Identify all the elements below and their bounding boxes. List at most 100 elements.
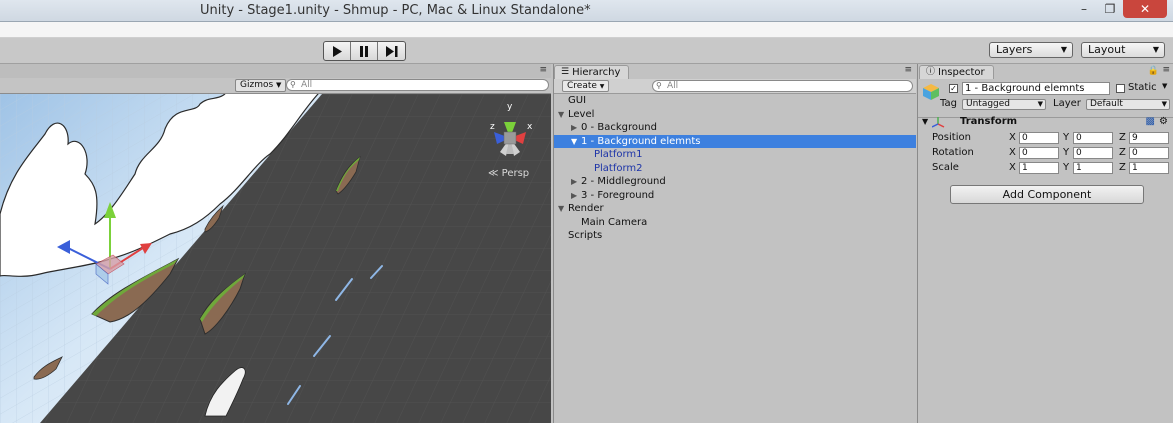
foldout-collapsed-icon[interactable]: ▶ [571, 189, 581, 202]
layers-label: Layers [996, 43, 1033, 56]
help-book-icon[interactable]: ▩ [1146, 116, 1155, 127]
hierarchy-search-input[interactable]: ⚲ All [652, 80, 913, 92]
transform-y-field[interactable]: 0 [1073, 147, 1113, 159]
gizmos-dropdown[interactable]: Gizmos ▼ [235, 79, 287, 92]
foldout-expanded-icon[interactable]: ▼ [558, 108, 568, 121]
search-icon: ⚲ [290, 80, 296, 89]
transform-y-field[interactable]: 0 [1073, 132, 1113, 144]
foldout-collapsed-icon[interactable]: ▶ [571, 175, 581, 188]
transform-row-rotation: Rotation X 0 Y 0 Z 0 [918, 146, 1173, 161]
transform-z-field[interactable]: 1 [1129, 162, 1169, 174]
chevron-down-icon: ▼ [1037, 100, 1043, 108]
hierarchy-item[interactable]: Platform2 [554, 162, 916, 176]
hierarchy-item-label: Main Camera [581, 216, 648, 228]
tag-value: Untagged [966, 99, 1011, 109]
hierarchy-item[interactable]: ▶ 3 - Foreground [554, 189, 916, 203]
play-controls [323, 41, 406, 61]
gizmos-label: Gizmos [240, 80, 274, 90]
hierarchy-item-label: 0 - Background [581, 122, 657, 133]
hierarchy-item-label: Level [568, 108, 595, 120]
hierarchy-item[interactable]: ▶ 0 - Background [554, 121, 916, 135]
create-label: Create [567, 81, 597, 91]
transform-x-field[interactable]: 0 [1019, 132, 1059, 144]
transform-axes-icon [932, 117, 945, 128]
chevron-down-icon: ▼ [276, 81, 282, 89]
gizmo-axis-x: x [527, 122, 533, 132]
step-button[interactable] [378, 42, 405, 60]
layers-dropdown[interactable]: Layers ▼ [989, 42, 1073, 58]
hierarchy-item[interactable]: GUI [554, 94, 916, 108]
chevron-down-icon: ▼ [1161, 100, 1167, 108]
panel-menu-icon[interactable]: ≡ [904, 65, 912, 75]
inspector-panel: ⓘ Inspector 🔒 ≡ ✓ 1 - Background elemnts… [917, 64, 1173, 423]
axis-label-x: X [1009, 162, 1016, 173]
hierarchy-item[interactable]: Scripts [554, 229, 916, 243]
transform-z-field[interactable]: 0 [1129, 147, 1169, 159]
gizmo-axis-y: y [507, 102, 513, 112]
scene-view[interactable]: ≡ Gizmos ▼ ⚲ All y x z ≪ Persp [0, 64, 551, 423]
hierarchy-item[interactable]: ▼ Level [554, 108, 916, 122]
transform-x-field[interactable]: 0 [1019, 147, 1059, 159]
play-button[interactable] [324, 42, 351, 60]
hierarchy-item[interactable]: ▼ 1 - Background elemnts [554, 134, 916, 148]
transform-y-field[interactable]: 1 [1073, 162, 1113, 174]
transform-title: Transform [960, 116, 1018, 127]
scene-viewport[interactable]: y x z [0, 94, 551, 423]
scene-search-input[interactable]: ⚲ All [286, 79, 549, 91]
transform-row-position: Position X 0 Y 0 Z 9 [918, 131, 1173, 146]
foldout-arrow-icon[interactable]: ▼ [922, 117, 928, 126]
step-icon [385, 45, 397, 57]
tab-inspector[interactable]: ⓘ Inspector [919, 65, 994, 79]
window-controls: – ❐ ✕ [1071, 0, 1167, 18]
axis-label-y: Y [1063, 132, 1070, 143]
hierarchy-item-label: 1 - Background elemnts [581, 135, 701, 147]
scene-toolbar: Gizmos ▼ ⚲ All [0, 78, 551, 94]
persp-label[interactable]: ≪ Persp [488, 168, 529, 179]
lock-icon[interactable]: 🔒 [1148, 66, 1159, 76]
gizmo-axis-z: z [490, 122, 495, 132]
active-checkbox[interactable]: ✓ [949, 84, 958, 93]
play-icon [332, 45, 342, 57]
layer-dropdown[interactable]: Default ▼ [1086, 99, 1170, 110]
panel-menu-icon[interactable]: ≡ [1162, 65, 1170, 75]
tag-label: Tag [940, 98, 957, 109]
chevron-down-icon[interactable]: ▼ [1162, 82, 1167, 90]
tab-hierarchy[interactable]: ☰ Hierarchy [554, 65, 630, 79]
hierarchy-item[interactable]: ▼ Render [554, 202, 916, 216]
foldout-expanded-icon[interactable]: ▼ [571, 135, 581, 148]
axis-label-z: Z [1119, 162, 1126, 173]
add-component-button[interactable]: Add Component [950, 185, 1144, 204]
create-dropdown[interactable]: Create ▼ [562, 80, 610, 92]
axis-label-y: Y [1063, 147, 1070, 158]
transform-x-field[interactable]: 1 [1019, 162, 1059, 174]
hierarchy-toolbar: Create ▼ ⚲ All [554, 79, 916, 94]
pause-icon [360, 45, 368, 57]
object-name-field[interactable]: 1 - Background elemnts [962, 82, 1110, 95]
close-icon[interactable]: ✕ [1123, 0, 1167, 18]
inspector-tab-label: Inspector [938, 67, 985, 78]
foldout-collapsed-icon[interactable]: ▶ [571, 121, 581, 134]
layout-dropdown[interactable]: Layout ▼ [1081, 42, 1165, 58]
minimize-icon[interactable]: – [1071, 0, 1097, 18]
gear-icon[interactable]: ⚙ [1159, 116, 1168, 127]
restore-icon[interactable]: ❐ [1097, 0, 1123, 18]
window-titlebar: Unity - Stage1.unity - Shmup - PC, Mac &… [0, 0, 1173, 22]
transform-z-field[interactable]: 9 [1129, 132, 1169, 144]
pause-button[interactable] [351, 42, 378, 60]
axis-label-x: X [1009, 132, 1016, 143]
hierarchy-item[interactable]: Main Camera [554, 216, 916, 230]
axis-label-y: Y [1063, 162, 1070, 173]
info-icon: ⓘ [926, 67, 936, 77]
hierarchy-item-label: Platform2 [594, 162, 643, 174]
static-checkbox[interactable] [1116, 84, 1125, 93]
transform-row-label: Rotation [932, 147, 974, 158]
window-title: Unity - Stage1.unity - Shmup - PC, Mac &… [200, 3, 591, 18]
hierarchy-item-label: 3 - Foreground [581, 189, 655, 201]
hierarchy-item[interactable]: Platform1 [554, 148, 916, 162]
transform-component-header[interactable]: ▼ Transform ▩ ⚙ [918, 116, 1173, 130]
tag-dropdown[interactable]: Untagged ▼ [962, 99, 1046, 110]
layer-label: Layer [1053, 98, 1081, 109]
foldout-expanded-icon[interactable]: ▼ [558, 202, 568, 215]
hierarchy-item[interactable]: ▶ 2 - Middleground [554, 175, 916, 189]
panel-menu-icon[interactable]: ≡ [539, 65, 547, 75]
